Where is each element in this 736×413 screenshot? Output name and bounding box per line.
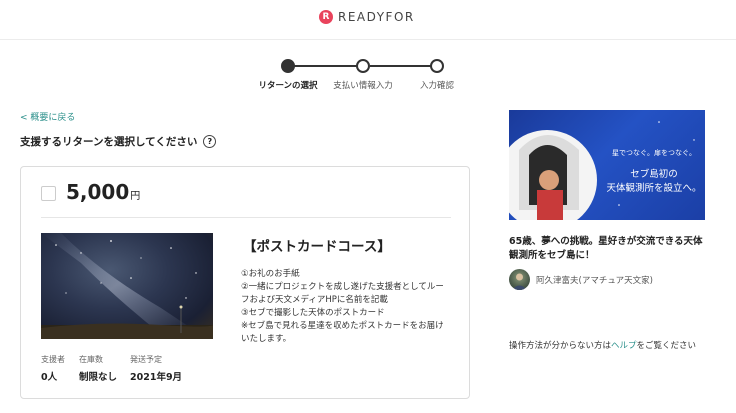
site-header: R READYFOR — [0, 0, 736, 40]
meta-label: 発送予定 — [130, 355, 162, 364]
step-connector — [294, 65, 362, 67]
step-dot-2 — [356, 59, 370, 73]
step-connector — [370, 65, 438, 67]
logo-mark-icon: R — [319, 10, 333, 24]
help-link[interactable]: ヘルプ — [611, 341, 637, 351]
meta-value: 制限なし — [79, 372, 118, 383]
person-icon — [512, 273, 527, 290]
step-dot-3 — [430, 59, 444, 73]
help-text-suffix: をご覧ください — [636, 341, 697, 351]
meta-value: 0人 — [41, 372, 58, 383]
author-avatar — [509, 269, 530, 290]
progress-stepper: リターンの選択 支払い情報入力 入力確認 — [250, 58, 470, 98]
course-desc-line: いたします。 — [241, 334, 292, 344]
supporters-meta: 支援者 0人 — [41, 354, 65, 383]
course-desc-line: フおよび天文メディアHPに名前を記載 — [241, 295, 388, 305]
banner-headline-2: 天体観測所を設立へ。 — [606, 183, 702, 194]
card-divider — [41, 217, 451, 218]
course-desc-line: ※セブ島で見れる星達を収めたポストカードをお届け — [241, 321, 444, 331]
course-title: 【ポストカードコース】 — [243, 239, 391, 255]
stock-meta: 在庫数 制限なし — [79, 354, 117, 383]
course-description: ①お礼のお手紙 ②一緒にプロジェクトを成し遂げた支援者としてルー フおよび天文メ… — [241, 268, 451, 346]
help-text: 操作方法が分からない方はヘルプをご覧ください — [509, 339, 696, 351]
section-title: 支援するリターンを選択してください ? — [20, 134, 217, 149]
reward-checkbox[interactable] — [41, 186, 56, 201]
help-text-prefix: 操作方法が分からない方は — [509, 341, 612, 351]
logo-text: READYFOR — [338, 10, 415, 24]
price-unit: 円 — [130, 191, 141, 202]
step-label-1: リターンの選択 — [258, 81, 318, 91]
course-desc-line: ①お礼のお手紙 — [241, 269, 300, 279]
project-author[interactable]: 阿久津富夫(アマチュア天文家) — [509, 269, 653, 290]
step-label-2: 支払い情報入力 — [333, 81, 393, 91]
reward-price: 5,000 円 — [66, 180, 140, 204]
banner-tagline: 星でつなぐ。扉をつなぐ。 — [612, 149, 696, 157]
help-icon[interactable]: ? — [203, 135, 217, 148]
milky-way-illustration-icon — [41, 233, 213, 339]
step-label-3: 入力確認 — [419, 81, 455, 91]
step-dot-1 — [281, 59, 295, 73]
banner-headline-1: セブ島初の — [630, 169, 678, 180]
reward-card[interactable]: 5,000 円 【ポストカードコース】 ①お礼のお手紙 ②一緒にプロジェクトを成… — [20, 166, 470, 399]
author-name: 阿久津富夫(アマチュア天文家) — [536, 275, 653, 286]
project-banner[interactable]: 星でつなぐ。扉をつなぐ。 セブ島初の 天体観測所を設立へ。 — [509, 110, 705, 220]
observatory-illustration-icon — [509, 121, 695, 220]
course-desc-line: ②一緒にプロジェクトを成し遂げた支援者としてルー — [241, 282, 444, 292]
shipping-meta: 発送予定 2021年9月 — [130, 354, 182, 383]
project-title[interactable]: 65歳、夢への挑戦。星好きが交流できる天体観測所をセブ島に！ — [509, 235, 709, 263]
section-title-text: 支援するリターンを選択してください — [20, 136, 198, 148]
milky-way-photo — [41, 233, 213, 339]
meta-value: 2021年9月 — [130, 372, 183, 383]
meta-label: 在庫数 — [79, 355, 103, 364]
course-desc-line: ③セブで撮影した天体のポストカード — [241, 308, 385, 318]
meta-label: 支援者 — [41, 355, 65, 364]
price-value: 5,000 — [66, 180, 130, 204]
back-to-overview-link[interactable]: < 概要に戻る — [20, 110, 75, 123]
readyfor-logo[interactable]: R READYFOR — [319, 8, 415, 26]
